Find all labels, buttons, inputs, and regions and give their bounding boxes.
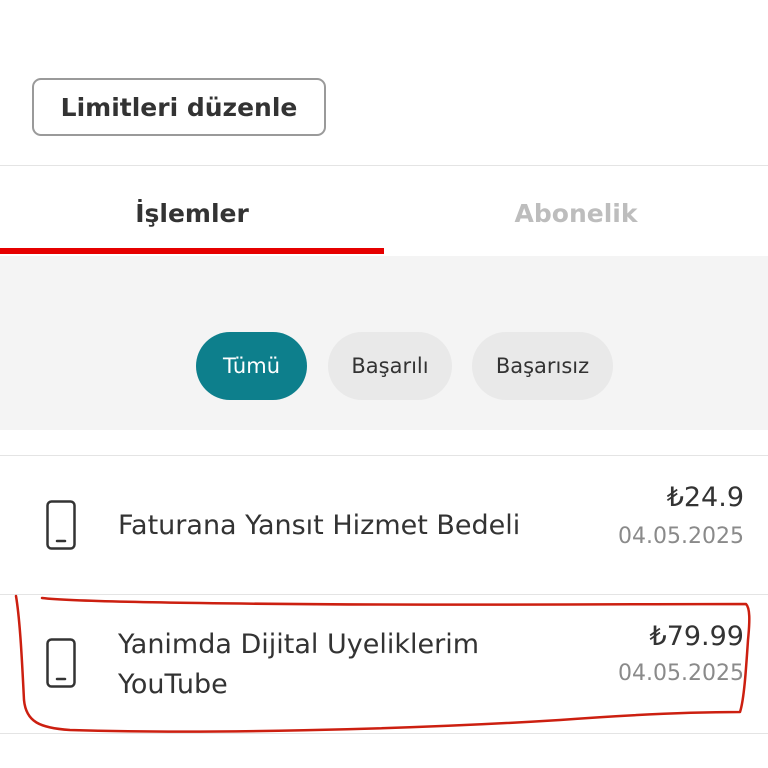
divider [0, 165, 768, 166]
transaction-title: Yanimda Dijital Uyeliklerim YouTube [118, 629, 480, 700]
tab-transactions[interactable]: İşlemler [0, 172, 384, 254]
edit-limits-button[interactable]: Limitleri düzenle [32, 78, 326, 136]
tab-transactions-label: İşlemler [135, 198, 249, 228]
tab-subscription-label: Abonelik [514, 198, 638, 228]
phone-icon [46, 638, 76, 688]
filter-chip-failed-label: Başarısız [495, 354, 590, 378]
clipped-top-content [0, 0, 768, 14]
phone-icon [46, 500, 76, 550]
transaction-amount: ₺24.9 [666, 482, 744, 513]
filter-chip-successful[interactable]: Başarılı [328, 332, 452, 400]
transaction-amount: ₺79.99 [649, 621, 744, 652]
tab-subscription[interactable]: Abonelik [384, 172, 768, 254]
transaction-date: 04.05.2025 [618, 524, 744, 549]
transaction-row[interactable]: Faturana Yansıt Hizmet Bedeli ₺24.9 04.0… [0, 456, 768, 594]
transaction-row[interactable]: Yanimda Dijital Uyeliklerim YouTube ₺79.… [0, 595, 768, 733]
filter-chip-successful-label: Başarılı [351, 354, 429, 378]
app-screen: Limitleri düzenle İşlemler Abonelik Tümü… [0, 0, 768, 768]
active-tab-indicator [0, 248, 384, 254]
filter-chip-failed[interactable]: Başarısız [472, 332, 613, 400]
filter-chip-all-label: Tümü [222, 354, 281, 378]
transaction-date: 04.05.2025 [618, 661, 744, 686]
transaction-title: Faturana Yansıt Hizmet Bedeli [118, 510, 521, 541]
clipped-next-row [0, 733, 768, 768]
filter-chip-all[interactable]: Tümü [196, 332, 307, 400]
